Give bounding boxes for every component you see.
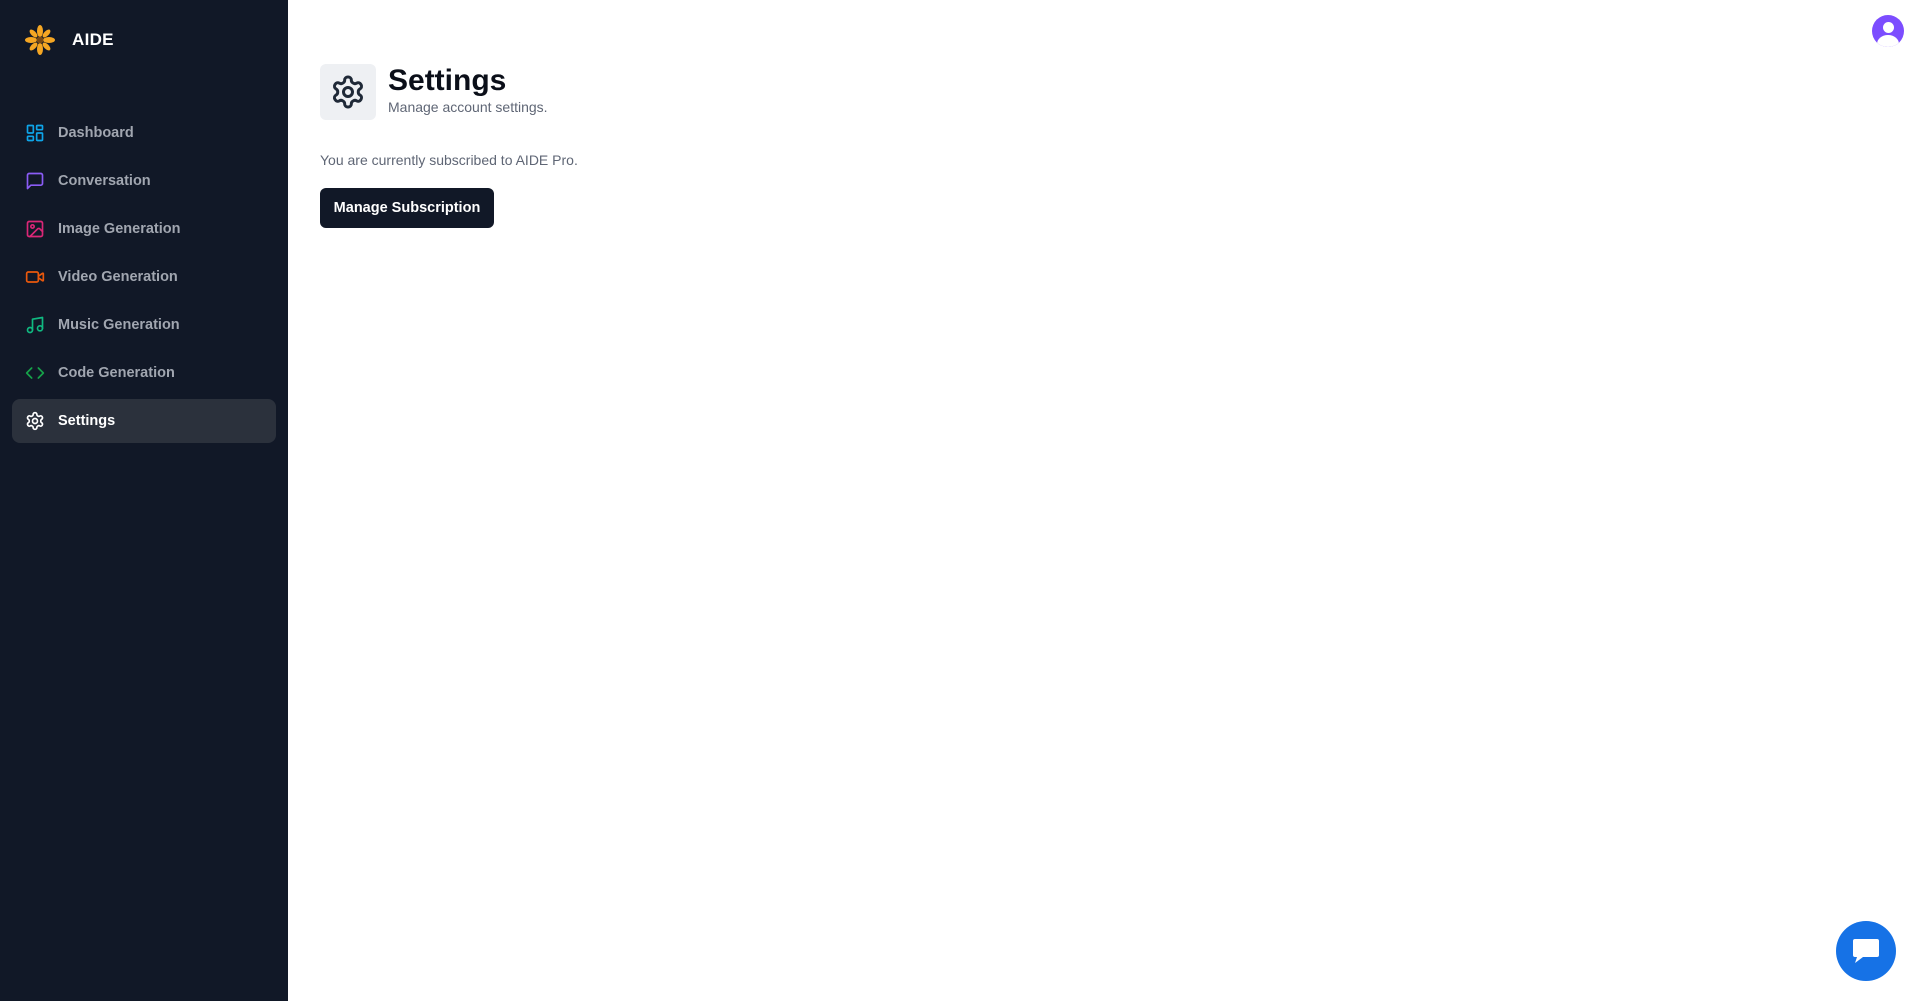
sidebar-item-label: Image Generation	[58, 221, 181, 237]
sidebar-item-label: Video Generation	[58, 269, 178, 285]
page-title: Settings	[388, 64, 507, 97]
sidebar-item-label: Settings	[58, 413, 116, 429]
sidebar-nav: Dashboard Conversation Image Generation …	[12, 111, 276, 447]
sidebar: AIDE Dashboard Conversation Image Genera…	[0, 0, 288, 1001]
avatar-head	[1883, 22, 1894, 33]
sidebar-item-label: Music Generation	[58, 317, 180, 333]
video-icon	[25, 267, 45, 287]
sidebar-item-code-generation[interactable]: Code Generation	[12, 351, 276, 395]
subscription-status-text: You are currently subscribed to AIDE Pro…	[320, 152, 578, 168]
sidebar-item-image-generation[interactable]: Image Generation	[12, 207, 276, 251]
page-heading: Settings Manage account settings.	[320, 64, 548, 120]
message-square-icon	[25, 171, 45, 191]
image-icon	[25, 219, 45, 239]
dashboard-icon	[25, 123, 45, 143]
manage-subscription-button[interactable]: Manage Subscription	[320, 188, 494, 228]
avatar-body	[1877, 35, 1899, 47]
sidebar-item-settings[interactable]: Settings	[12, 399, 276, 443]
aide-logo-icon	[25, 25, 55, 55]
sidebar-item-music-generation[interactable]: Music Generation	[12, 303, 276, 347]
app-name: AIDE	[72, 30, 114, 49]
music-icon	[25, 315, 45, 335]
heading-text: Settings Manage account settings.	[388, 64, 548, 115]
sidebar-item-label: Conversation	[58, 173, 151, 189]
brand[interactable]: AIDE	[24, 24, 114, 56]
page-subtitle: Manage account settings.	[388, 99, 548, 115]
sidebar-item-dashboard[interactable]: Dashboard	[12, 111, 276, 155]
code-icon	[25, 363, 45, 383]
settings-icon	[320, 64, 376, 120]
chat-widget-button[interactable]	[1836, 921, 1896, 981]
sidebar-item-conversation[interactable]: Conversation	[12, 159, 276, 203]
chat-bubble-icon	[1853, 939, 1879, 963]
sidebar-item-label: Dashboard	[58, 125, 134, 141]
sidebar-item-label: Code Generation	[58, 365, 175, 381]
settings-icon	[25, 411, 45, 431]
user-avatar-icon[interactable]	[1872, 15, 1904, 47]
sidebar-item-video-generation[interactable]: Video Generation	[12, 255, 276, 299]
